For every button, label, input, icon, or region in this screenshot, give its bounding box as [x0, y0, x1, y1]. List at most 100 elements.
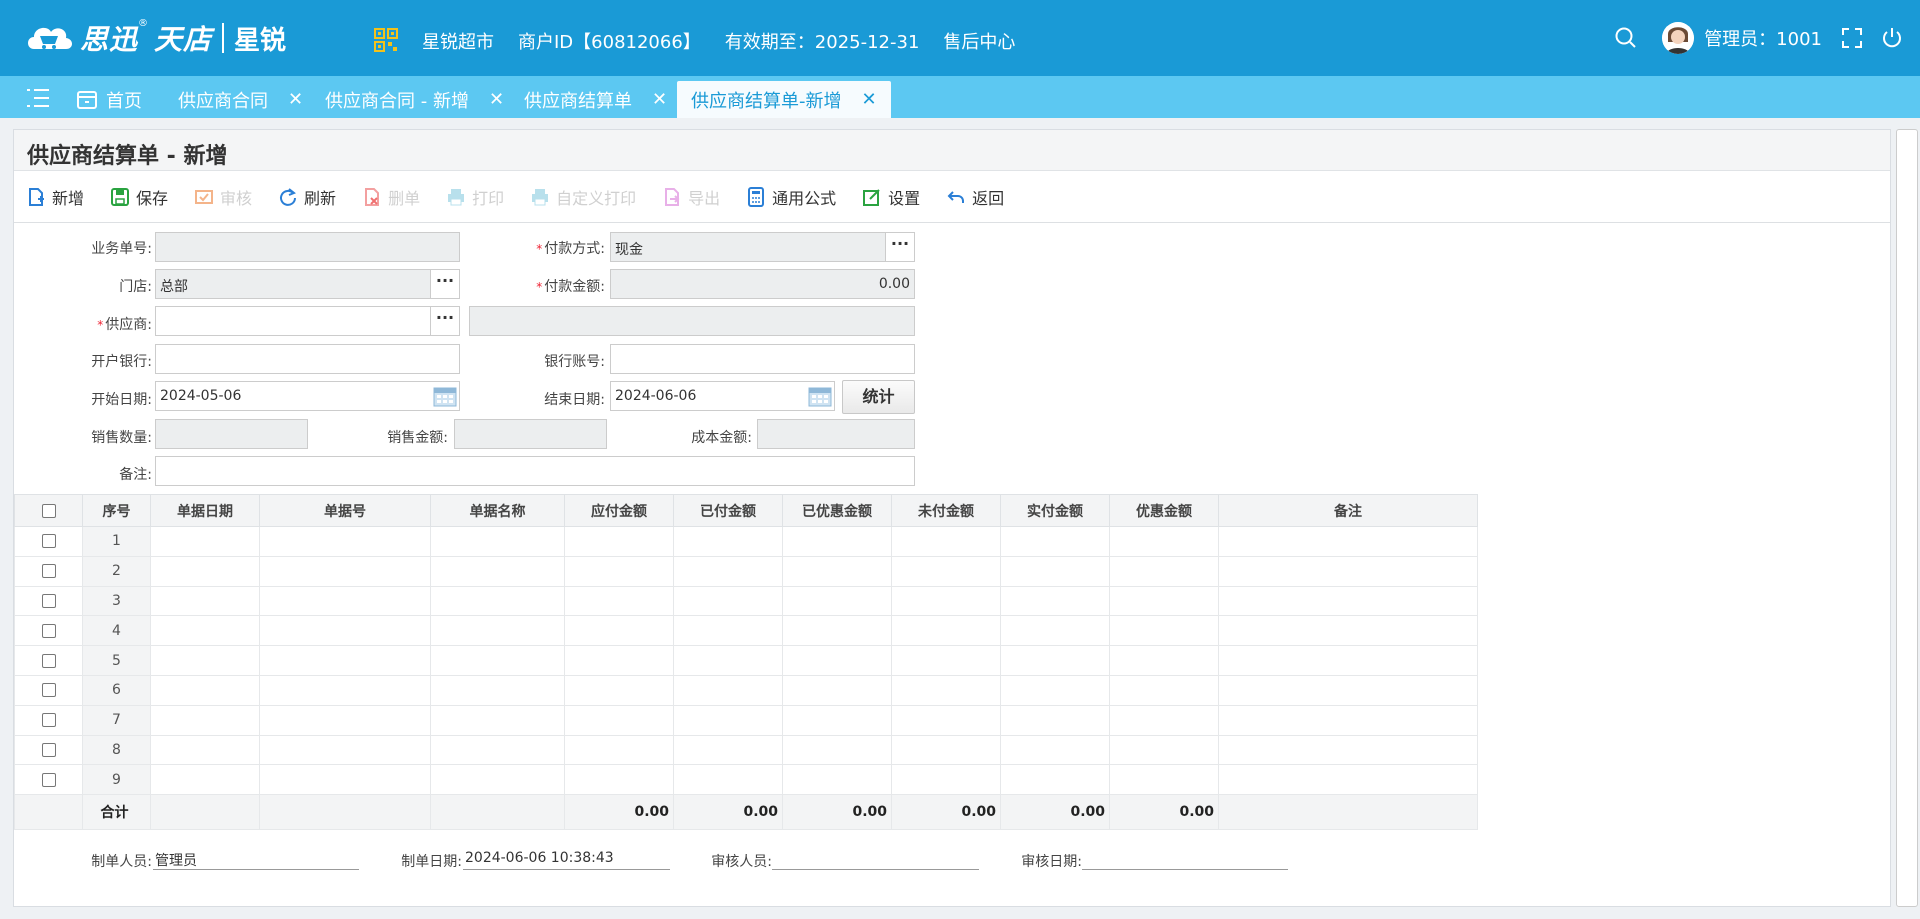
table-cell[interactable]: [782, 764, 892, 796]
table-cell[interactable]: [564, 704, 674, 736]
bank-field[interactable]: [155, 344, 460, 374]
table-cell[interactable]: [1218, 645, 1478, 676]
table-cell[interactable]: [1109, 615, 1219, 647]
row-checkbox[interactable]: [41, 713, 56, 728]
table-cell[interactable]: [782, 645, 892, 676]
table-cell[interactable]: [150, 704, 260, 736]
table-cell[interactable]: [1109, 734, 1219, 766]
store-name[interactable]: 星锐超市: [422, 28, 494, 54]
table-cell[interactable]: [150, 555, 260, 587]
table-cell[interactable]: [782, 734, 892, 766]
table-cell[interactable]: [782, 674, 892, 706]
tab-supplier-contract-new[interactable]: 供应商合同 - 新增 ✕: [311, 81, 518, 118]
table-row[interactable]: 3: [14, 585, 1478, 617]
row-select-cell[interactable]: [14, 645, 83, 676]
table-cell[interactable]: [1109, 674, 1219, 706]
table-cell[interactable]: [673, 555, 783, 587]
custom-print-button[interactable]: 自定义打印: [530, 185, 636, 209]
print-button[interactable]: 打印: [446, 185, 504, 209]
table-cell[interactable]: [430, 615, 565, 647]
pay-method-field[interactable]: 现金: [610, 232, 886, 262]
column-header[interactable]: 实付金额: [1000, 494, 1110, 527]
table-cell[interactable]: [1109, 645, 1219, 676]
row-checkbox[interactable]: [41, 772, 56, 787]
table-cell[interactable]: [1000, 674, 1110, 706]
select-all-cell[interactable]: [14, 494, 83, 527]
table-cell[interactable]: [1218, 615, 1478, 647]
table-cell[interactable]: [259, 555, 431, 587]
table-cell[interactable]: [891, 734, 1001, 766]
table-cell[interactable]: [1109, 526, 1219, 557]
column-header[interactable]: 单据日期: [150, 494, 260, 527]
table-cell[interactable]: [782, 585, 892, 617]
table-cell[interactable]: [150, 585, 260, 617]
table-cell[interactable]: [891, 764, 1001, 796]
table-row[interactable]: 4: [14, 615, 1478, 647]
close-icon[interactable]: ✕: [652, 89, 667, 110]
column-header[interactable]: 单据号: [259, 494, 431, 527]
table-cell[interactable]: [673, 585, 783, 617]
vertical-scrollbar[interactable]: [1896, 129, 1918, 907]
table-cell[interactable]: [673, 734, 783, 766]
column-header[interactable]: 备注: [1218, 494, 1478, 527]
column-header[interactable]: 优惠金额: [1109, 494, 1219, 527]
table-cell[interactable]: [564, 585, 674, 617]
table-cell[interactable]: [259, 674, 431, 706]
export-button[interactable]: 导出: [662, 185, 720, 209]
save-button[interactable]: 保存: [110, 185, 168, 209]
close-icon[interactable]: ✕: [288, 89, 303, 110]
power-icon[interactable]: [1880, 26, 1904, 50]
table-cell[interactable]: [673, 526, 783, 557]
row-checkbox[interactable]: [41, 742, 56, 757]
close-icon[interactable]: ✕: [862, 89, 877, 110]
table-cell[interactable]: [430, 764, 565, 796]
settings-button[interactable]: 设置: [862, 185, 920, 209]
start-date-field[interactable]: 2024-05-06: [155, 381, 460, 411]
table-cell[interactable]: [259, 585, 431, 617]
table-cell[interactable]: [673, 764, 783, 796]
table-cell[interactable]: [430, 526, 565, 557]
tab-supplier-settlement[interactable]: 供应商结算单 ✕: [510, 81, 681, 118]
calendar-icon[interactable]: [433, 385, 457, 407]
table-cell[interactable]: [430, 645, 565, 676]
table-cell[interactable]: [1109, 585, 1219, 617]
row-select-cell[interactable]: [14, 526, 83, 557]
tab-supplier-settlement-new[interactable]: 供应商结算单-新增 ✕: [677, 81, 891, 118]
table-cell[interactable]: [259, 764, 431, 796]
table-cell[interactable]: [150, 645, 260, 676]
store-field[interactable]: 总部: [155, 269, 431, 299]
table-cell[interactable]: [259, 645, 431, 676]
table-cell[interactable]: [150, 674, 260, 706]
table-row[interactable]: 9: [14, 764, 1478, 796]
column-header[interactable]: 已付金额: [673, 494, 783, 527]
end-date-field[interactable]: 2024-06-06: [610, 381, 835, 411]
table-cell[interactable]: [782, 704, 892, 736]
row-select-cell[interactable]: [14, 615, 83, 647]
table-cell[interactable]: [1000, 734, 1110, 766]
close-icon[interactable]: ✕: [489, 89, 504, 110]
table-cell[interactable]: [673, 674, 783, 706]
table-cell[interactable]: [1109, 555, 1219, 587]
table-cell[interactable]: [259, 704, 431, 736]
row-select-cell[interactable]: [14, 764, 83, 796]
table-cell[interactable]: [430, 734, 565, 766]
audit-button[interactable]: 审核: [194, 185, 252, 209]
table-cell[interactable]: [150, 526, 260, 557]
table-cell[interactable]: [430, 674, 565, 706]
table-row[interactable]: 1: [14, 526, 1478, 557]
table-cell[interactable]: [259, 615, 431, 647]
row-checkbox[interactable]: [41, 534, 56, 549]
table-cell[interactable]: [430, 555, 565, 587]
row-checkbox[interactable]: [41, 564, 56, 579]
table-cell[interactable]: [673, 645, 783, 676]
search-icon[interactable]: [1614, 26, 1638, 50]
delete-button[interactable]: 删单: [362, 185, 420, 209]
table-cell[interactable]: [564, 615, 674, 647]
table-cell[interactable]: [1000, 615, 1110, 647]
after-sales-link[interactable]: 售后中心: [943, 28, 1015, 54]
table-cell[interactable]: [782, 526, 892, 557]
table-cell[interactable]: [1109, 704, 1219, 736]
table-cell[interactable]: [564, 526, 674, 557]
row-checkbox[interactable]: [41, 653, 56, 668]
select-all-checkbox[interactable]: [41, 503, 56, 518]
